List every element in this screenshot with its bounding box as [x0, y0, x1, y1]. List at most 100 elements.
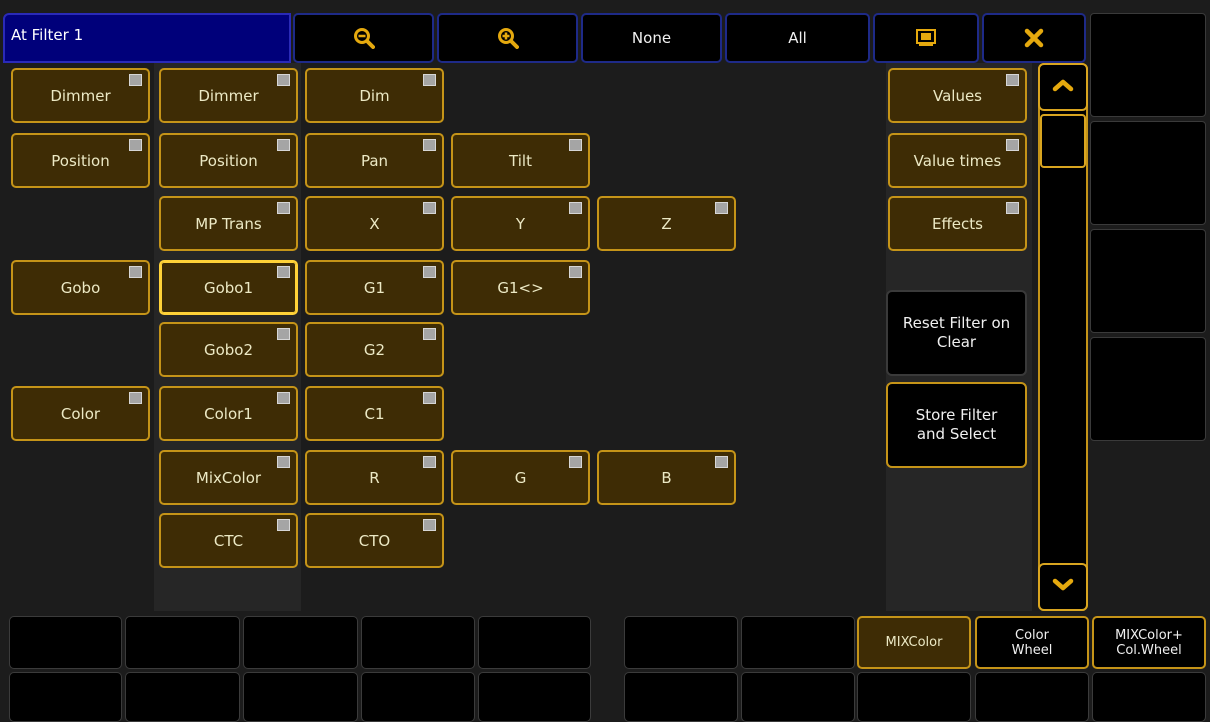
filter-label: Dimmer [50, 86, 111, 105]
command-slot[interactable] [9, 616, 122, 669]
filter-label: Color [60, 404, 101, 423]
values-toggle[interactable]: Values [888, 68, 1027, 123]
mode-label: MIXColor+ Col.Wheel [1115, 627, 1183, 658]
filter-r[interactable]: R [305, 450, 444, 505]
filter-gobo2[interactable]: Gobo2 [159, 322, 298, 377]
filter-c1[interactable]: C1 [305, 386, 444, 441]
filter-label: Pan [360, 151, 389, 170]
filter-label: Position [51, 151, 110, 170]
scroll-up-button[interactable] [1038, 63, 1088, 111]
corner-indicator [277, 74, 290, 86]
zoom-in-icon [497, 27, 519, 49]
filter-label: Z [661, 214, 672, 233]
window-title: At Filter 1 [3, 13, 291, 63]
filter-y[interactable]: Y [451, 196, 590, 251]
filter-g1-rotate[interactable]: G1<> [451, 260, 590, 315]
select-none-button[interactable]: None [581, 13, 722, 63]
reset-filter-button[interactable]: Reset Filter on Clear [886, 290, 1027, 376]
command-slot[interactable] [243, 672, 358, 722]
corner-indicator [129, 74, 142, 86]
corner-indicator [129, 139, 142, 151]
zoom-in-button[interactable] [437, 13, 578, 63]
filter-b[interactable]: B [597, 450, 736, 505]
filter-g1[interactable]: G1 [305, 260, 444, 315]
command-slot[interactable] [478, 672, 591, 722]
filter-color[interactable]: Color [11, 386, 150, 441]
filter-gobo1[interactable]: Gobo1 [159, 260, 298, 315]
filter-label: Color1 [204, 404, 253, 423]
mode-label: Color Wheel [1011, 627, 1053, 658]
filter-label: G [514, 468, 527, 487]
command-slot[interactable] [741, 672, 855, 722]
side-panel-slot[interactable] [1090, 229, 1206, 333]
side-panel-slot[interactable] [1090, 337, 1206, 441]
command-slot[interactable] [125, 616, 240, 669]
filter-ctc[interactable]: CTC [159, 513, 298, 568]
close-icon [1024, 28, 1044, 48]
filter-label: G1<> [497, 278, 544, 297]
filter-position-attr[interactable]: Position [159, 133, 298, 188]
option-label: Reset Filter on Clear [902, 314, 1011, 351]
corner-indicator [129, 266, 142, 278]
filter-mp-trans[interactable]: MP Trans [159, 196, 298, 251]
filter-g[interactable]: G [451, 450, 590, 505]
filter-dim[interactable]: Dim [305, 68, 444, 123]
command-slot[interactable] [624, 672, 738, 722]
chevron-down-icon [1052, 578, 1074, 596]
command-slot[interactable] [9, 672, 122, 722]
mode-label: MIXColor [885, 635, 943, 650]
zoom-out-button[interactable] [293, 13, 434, 63]
filter-tilt[interactable]: Tilt [451, 133, 590, 188]
corner-indicator [569, 266, 582, 278]
corner-indicator [423, 519, 436, 531]
corner-indicator [423, 266, 436, 278]
command-slot[interactable] [361, 672, 475, 722]
filter-x[interactable]: X [305, 196, 444, 251]
filter-mixcolor[interactable]: MixColor [159, 450, 298, 505]
corner-indicator [277, 328, 290, 340]
corner-indicator [1006, 202, 1019, 214]
effects-toggle[interactable]: Effects [888, 196, 1027, 251]
option-label: Effects [932, 214, 983, 233]
command-slot[interactable] [975, 672, 1089, 722]
filter-dimmer[interactable]: Dimmer [11, 68, 150, 123]
side-panel-slot[interactable] [1090, 121, 1206, 225]
filter-label: CTC [213, 531, 244, 550]
filter-color1[interactable]: Color1 [159, 386, 298, 441]
mixcolor-and-wheel-mode-button[interactable]: MIXColor+ Col.Wheel [1092, 616, 1206, 669]
filter-dimmer-attr[interactable]: Dimmer [159, 68, 298, 123]
command-slot[interactable] [1092, 672, 1206, 722]
side-panel-slot[interactable] [1090, 13, 1206, 117]
filter-gobo[interactable]: Gobo [11, 260, 150, 315]
scroll-down-button[interactable] [1038, 563, 1088, 611]
zoom-out-icon [353, 27, 375, 49]
corner-indicator [277, 456, 290, 468]
store-filter-button[interactable]: Store Filter and Select [886, 382, 1027, 468]
filter-label: Dimmer [198, 86, 259, 105]
value-times-toggle[interactable]: Value times [888, 133, 1027, 188]
command-slot[interactable] [361, 616, 475, 669]
screen-button[interactable] [873, 13, 979, 63]
corner-indicator [423, 392, 436, 404]
command-slot[interactable] [243, 616, 358, 669]
command-slot[interactable] [624, 616, 738, 669]
mixcolor-mode-button[interactable]: MIXColor [857, 616, 971, 669]
filter-g2[interactable]: G2 [305, 322, 444, 377]
command-slot[interactable] [125, 672, 240, 722]
scrollbar-thumb[interactable] [1040, 114, 1086, 168]
command-slot[interactable] [857, 672, 971, 722]
filter-cto[interactable]: CTO [305, 513, 444, 568]
color-wheel-mode-button[interactable]: Color Wheel [975, 616, 1089, 669]
filter-position[interactable]: Position [11, 133, 150, 188]
close-button[interactable] [982, 13, 1086, 63]
corner-indicator [423, 456, 436, 468]
filter-pan[interactable]: Pan [305, 133, 444, 188]
filter-label: Dim [359, 86, 390, 105]
filter-label: Gobo2 [203, 340, 254, 359]
command-slot[interactable] [478, 616, 591, 669]
filter-z[interactable]: Z [597, 196, 736, 251]
corner-indicator [423, 328, 436, 340]
corner-indicator [277, 202, 290, 214]
command-slot[interactable] [741, 616, 855, 669]
select-all-button[interactable]: All [725, 13, 870, 63]
